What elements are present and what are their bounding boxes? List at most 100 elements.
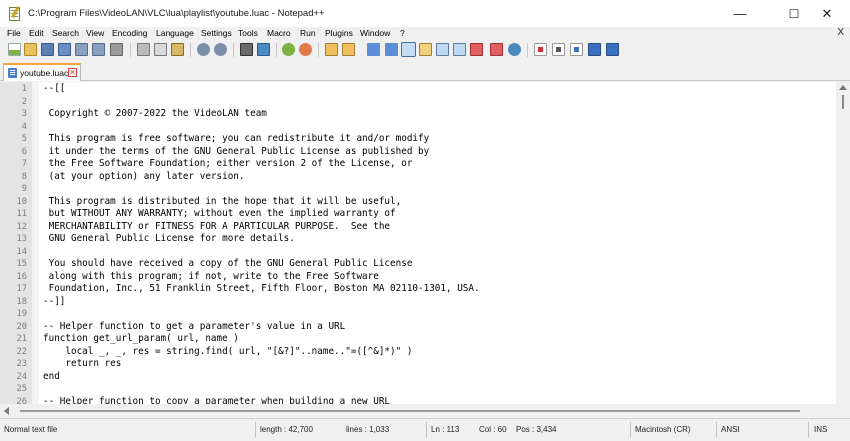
sync-horizontal-icon[interactable] bbox=[342, 43, 355, 56]
editor-line[interactable]: 17 Foundation, Inc., 51 Franklin Street,… bbox=[0, 283, 830, 296]
line-text[interactable]: end bbox=[43, 371, 60, 384]
line-text[interactable]: MERCHANTABILITY or FITNESS FOR A PARTICU… bbox=[43, 221, 390, 234]
line-text[interactable]: This program is distributed in the hope … bbox=[43, 196, 402, 209]
status-insert-mode[interactable]: INS bbox=[814, 425, 827, 434]
play-macro-icon[interactable] bbox=[570, 43, 583, 56]
editor-line[interactable]: 2 bbox=[0, 96, 830, 109]
zoom-in-icon[interactable] bbox=[282, 43, 295, 56]
menu-view[interactable]: View bbox=[86, 28, 104, 38]
word-wrap-icon[interactable] bbox=[367, 43, 380, 56]
line-text[interactable]: function get_url_param( url, name ) bbox=[43, 333, 239, 346]
line-text[interactable]: -- Helper function to get a parameter's … bbox=[43, 321, 345, 334]
menu-plugins[interactable]: Plugins bbox=[325, 28, 353, 38]
menu-tools[interactable]: Tools bbox=[238, 28, 258, 38]
editor-line[interactable]: 4 bbox=[0, 121, 830, 134]
editor-line[interactable]: 11 but WITHOUT ANY WARRANTY; without eve… bbox=[0, 208, 830, 221]
indent-guide-icon[interactable] bbox=[401, 42, 416, 57]
save-all-icon[interactable] bbox=[58, 43, 71, 56]
replace-icon[interactable] bbox=[257, 43, 270, 56]
menu-macro[interactable]: Macro bbox=[267, 28, 291, 38]
line-text[interactable]: You should have received a copy of the G… bbox=[43, 258, 413, 271]
editor-line[interactable]: 8 (at your option) any later version. bbox=[0, 171, 830, 184]
find-icon[interactable] bbox=[240, 43, 253, 56]
editor-line[interactable]: 12 MERCHANTABILITY or FITNESS FOR A PART… bbox=[0, 221, 830, 234]
status-eol[interactable]: Macintosh (CR) bbox=[635, 425, 691, 434]
save-macro-icon[interactable] bbox=[606, 43, 619, 56]
line-text[interactable]: Foundation, Inc., 51 Franklin Street, Fi… bbox=[43, 283, 480, 296]
menu-settings[interactable]: Settings bbox=[201, 28, 232, 38]
vertical-scrollbar[interactable] bbox=[836, 82, 850, 404]
new-file-icon[interactable] bbox=[8, 43, 21, 56]
line-text[interactable]: the Free Software Foundation; either ver… bbox=[43, 158, 413, 171]
editor-line[interactable]: 1 --[[ bbox=[0, 83, 830, 96]
doc-map-icon[interactable] bbox=[436, 43, 449, 56]
cut-icon[interactable] bbox=[137, 43, 150, 56]
menu-file[interactable]: File bbox=[7, 28, 21, 38]
editor-line[interactable]: 19 bbox=[0, 308, 830, 321]
lang-udl-icon[interactable] bbox=[419, 43, 432, 56]
line-text[interactable]: along with this program; if not, write t… bbox=[43, 271, 379, 284]
monitor-icon[interactable] bbox=[508, 43, 521, 56]
menu-run[interactable]: Run bbox=[300, 28, 316, 38]
editor-line[interactable]: 20 -- Helper function to get a parameter'… bbox=[0, 321, 830, 334]
sync-vertical-icon[interactable] bbox=[325, 43, 338, 56]
close-icon[interactable] bbox=[75, 43, 88, 56]
close-window-button[interactable]: ✕ bbox=[804, 0, 850, 27]
editor-line[interactable]: 9 bbox=[0, 183, 830, 196]
line-text[interactable]: Copyright © 2007-2022 the VideoLAN team bbox=[43, 108, 267, 121]
print-icon[interactable] bbox=[110, 43, 123, 56]
record-macro-icon[interactable] bbox=[534, 43, 547, 56]
editor-line[interactable]: 10 This program is distributed in the ho… bbox=[0, 196, 830, 209]
text-editor[interactable]: 1 --[[2 3 Copyright © 2007-2022 the VideoL… bbox=[0, 82, 850, 404]
editor-line[interactable]: 21 function get_url_param( url, name ) bbox=[0, 333, 830, 346]
editor-line[interactable]: 23 return res bbox=[0, 358, 830, 371]
line-text[interactable]: it under the terms of the GNU General Pu… bbox=[43, 146, 430, 159]
menu-edit[interactable]: Edit bbox=[29, 28, 44, 38]
editor-line[interactable]: 25 bbox=[0, 383, 830, 396]
editor-line[interactable]: 13 GNU General Public License for more d… bbox=[0, 233, 830, 246]
menu-language[interactable]: Language bbox=[156, 28, 194, 38]
open-file-icon[interactable] bbox=[24, 43, 37, 56]
line-text[interactable]: return res bbox=[43, 358, 121, 371]
undo-icon[interactable] bbox=[197, 43, 210, 56]
editor-line[interactable]: 22 local _, _, res = string.find( url, "… bbox=[0, 346, 830, 359]
vertical-scroll-thumb[interactable] bbox=[842, 95, 844, 109]
copy-icon[interactable] bbox=[154, 43, 167, 56]
line-text[interactable]: This program is free software; you can r… bbox=[43, 133, 430, 146]
editor-line[interactable]: 16 along with this program; if not, writ… bbox=[0, 271, 830, 284]
tab-youtube-luac[interactable]: youtube.luac ✕ bbox=[3, 63, 81, 81]
stop-record-icon[interactable] bbox=[552, 43, 565, 56]
menu-help[interactable]: ? bbox=[400, 28, 405, 38]
redo-icon[interactable] bbox=[214, 43, 227, 56]
horizontal-scrollbar[interactable] bbox=[0, 404, 850, 418]
close-all-icon[interactable] bbox=[92, 43, 105, 56]
scroll-up-arrow-icon[interactable] bbox=[839, 85, 847, 90]
editor-line[interactable]: 15 You should have received a copy of th… bbox=[0, 258, 830, 271]
save-icon[interactable] bbox=[41, 43, 54, 56]
show-all-chars-icon[interactable] bbox=[385, 43, 398, 56]
editor-line[interactable]: 7 the Free Software Foundation; either v… bbox=[0, 158, 830, 171]
zoom-out-icon[interactable] bbox=[299, 43, 312, 56]
editor-line[interactable]: 24 end bbox=[0, 371, 830, 384]
line-text[interactable]: --[[ bbox=[43, 83, 65, 96]
menu-search[interactable]: Search bbox=[52, 28, 79, 38]
folder-workspace-icon[interactable] bbox=[470, 43, 483, 56]
editor-line[interactable]: 5 This program is free software; you can… bbox=[0, 133, 830, 146]
function-list-icon[interactable] bbox=[453, 43, 466, 56]
menu-encoding[interactable]: Encoding bbox=[112, 28, 147, 38]
close-document-button[interactable]: X bbox=[837, 27, 844, 38]
line-text[interactable]: but WITHOUT ANY WARRANTY; without even t… bbox=[43, 208, 396, 221]
editor-line[interactable]: 3 Copyright © 2007-2022 the VideoLAN tea… bbox=[0, 108, 830, 121]
status-encoding[interactable]: ANSI bbox=[721, 425, 740, 434]
editor-line[interactable]: 26 -- Helper function to copy a parameter… bbox=[0, 396, 830, 405]
run-macro-multiple-icon[interactable] bbox=[588, 43, 601, 56]
line-text[interactable]: -- Helper function to copy a parameter w… bbox=[43, 396, 390, 405]
line-text[interactable]: GNU General Public License for more deta… bbox=[43, 233, 295, 246]
editor-line[interactable]: 6 it under the terms of the GNU General … bbox=[0, 146, 830, 159]
editor-line[interactable]: 14 bbox=[0, 246, 830, 259]
line-text[interactable]: (at your option) any later version. bbox=[43, 171, 245, 184]
line-text[interactable]: local _, _, res = string.find( url, "[&?… bbox=[43, 346, 412, 359]
scroll-left-arrow-icon[interactable] bbox=[4, 407, 9, 415]
horizontal-scroll-thumb[interactable] bbox=[20, 410, 800, 412]
menu-window[interactable]: Window bbox=[360, 28, 390, 38]
